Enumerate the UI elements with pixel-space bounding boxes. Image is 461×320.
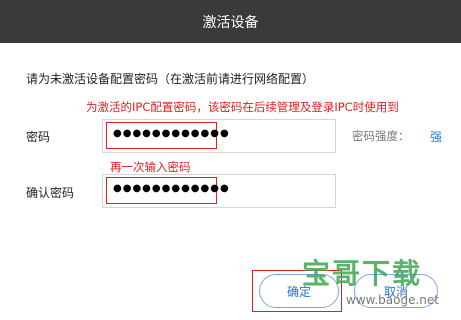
strength-label: 密码强度： (352, 129, 410, 143)
password-field[interactable]: ●●●●●●●●●●●● (102, 119, 336, 153)
confirm-password-label: 确认密码 (26, 186, 75, 200)
confirm-password-field[interactable]: ●●●●●●●●●●●● (102, 174, 336, 208)
instruction-text: 请为未激活设备配置密码（在激活前请进行网络配置） (26, 72, 315, 86)
annotation-reenter-password: 再一次输入密码 (110, 160, 191, 174)
ok-button[interactable]: 确定 (259, 274, 339, 308)
cancel-button[interactable]: 取消 (354, 274, 438, 308)
dialog-title: 激活设备 (202, 14, 259, 31)
strength-value: 强 (430, 130, 443, 144)
password-value: ●●●●●●●●●●●● (113, 128, 230, 139)
dialog-titlebar: 激活设备 (0, 0, 461, 43)
annotation-ipc-password: 为激活的IPC配置密码，该密码在后续管理及登录IPC时使用到 (86, 100, 399, 114)
confirm-password-value: ●●●●●●●●●●●● (113, 183, 230, 194)
password-label: 密码 (26, 130, 51, 144)
